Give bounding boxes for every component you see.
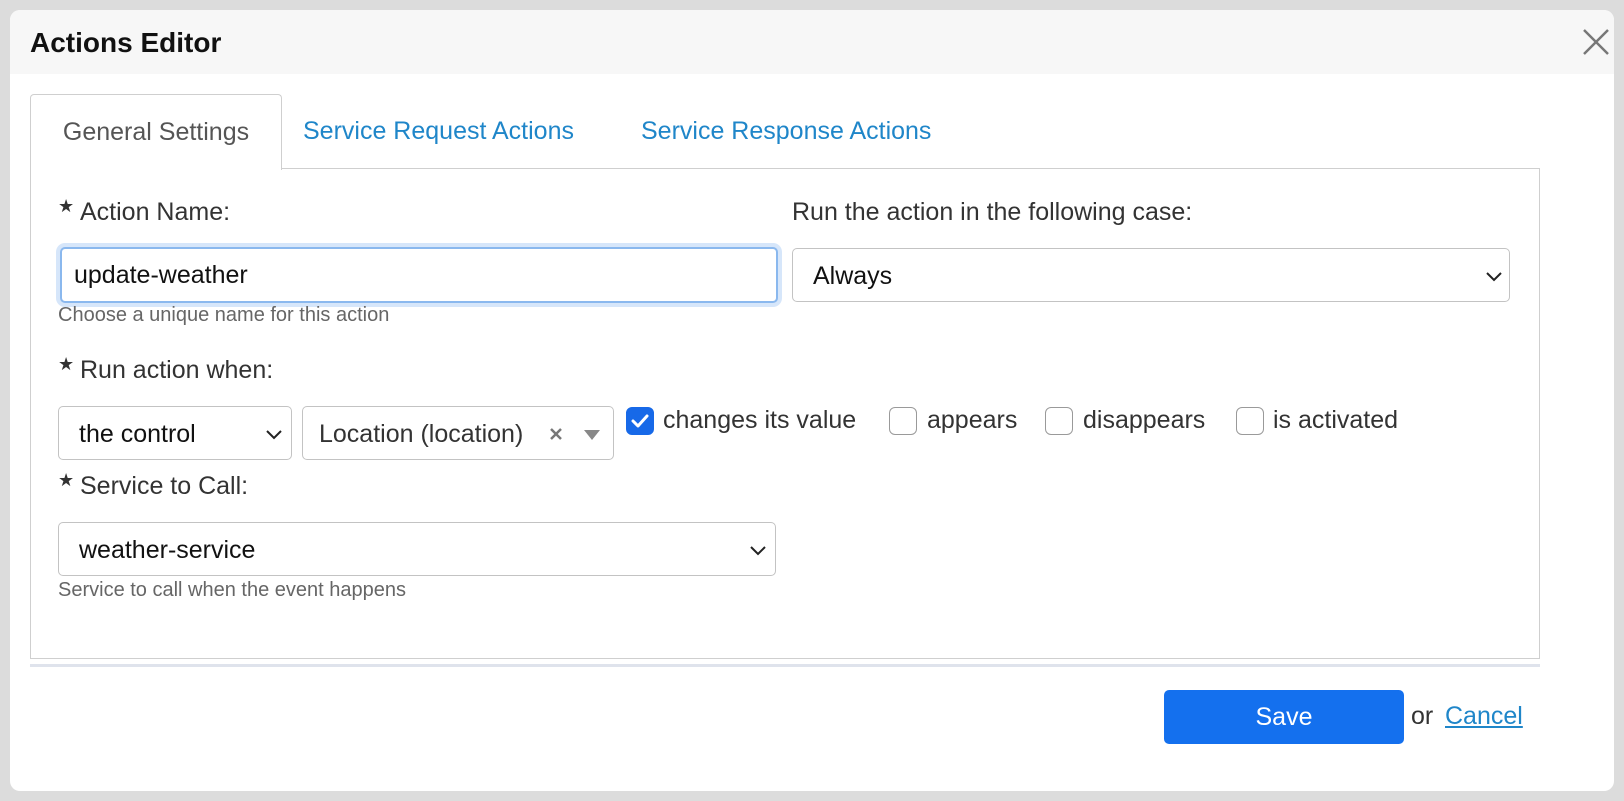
tab-service-request-actions[interactable]: Service Request Actions <box>303 94 574 168</box>
disappears-checkbox[interactable] <box>1045 407 1073 435</box>
required-star-icon: ★ <box>58 196 75 216</box>
save-button[interactable]: Save <box>1164 690 1404 744</box>
dialog-title: Actions Editor <box>30 27 222 58</box>
control-select[interactable]: Location (location) <box>302 406 614 460</box>
actions-editor-dialog: Actions Editor General Settings Service … <box>10 10 1614 791</box>
caret-down-icon <box>584 430 600 440</box>
action-name-input[interactable] <box>60 247 778 303</box>
is-activated-checkbox[interactable] <box>1236 407 1264 435</box>
is-activated-label[interactable]: is activated <box>1273 406 1398 435</box>
service-help: Service to call when the event happens <box>58 579 406 601</box>
appears-label[interactable]: appears <box>927 406 1017 435</box>
service-value: weather-service <box>79 536 256 564</box>
disappears-label[interactable]: disappears <box>1083 406 1205 435</box>
service-select[interactable]: weather-service <box>58 522 776 576</box>
service-label: Service to Call: <box>80 472 249 500</box>
changes-value-label[interactable]: changes its value <box>663 406 856 435</box>
run-case-value: Always <box>813 262 893 290</box>
tab-general-settings[interactable]: General Settings <box>30 94 282 170</box>
run-case-label: Run the action in the following case: <box>792 198 1193 226</box>
trigger-value: the control <box>79 420 196 448</box>
control-value: Location (location) <box>319 420 524 448</box>
action-name-help: Choose a unique name for this action <box>58 304 390 326</box>
trigger-select[interactable]: the control <box>58 406 292 460</box>
or-text: or <box>1411 702 1434 730</box>
cancel-link[interactable]: Cancel <box>1445 702 1523 731</box>
chevron-down-icon <box>1486 272 1502 282</box>
action-name-label: Action Name: <box>80 198 231 226</box>
required-star-icon: ★ <box>58 354 75 374</box>
changes-value-checkbox[interactable] <box>626 407 654 435</box>
run-case-select[interactable]: Always <box>792 248 1510 302</box>
run-when-label: Run action when: <box>80 356 274 384</box>
close-icon[interactable] <box>1580 26 1612 58</box>
tab-service-response-actions[interactable]: Service Response Actions <box>641 94 931 168</box>
dialog-titlebar: Actions Editor <box>10 10 1614 74</box>
clear-selection-icon[interactable] <box>549 427 563 441</box>
panel-divider <box>30 664 1540 667</box>
appears-checkbox[interactable] <box>889 407 917 435</box>
checkmark-icon <box>631 414 649 428</box>
chevron-down-icon <box>750 546 766 556</box>
required-star-icon: ★ <box>58 470 75 490</box>
chevron-down-icon <box>266 430 282 440</box>
